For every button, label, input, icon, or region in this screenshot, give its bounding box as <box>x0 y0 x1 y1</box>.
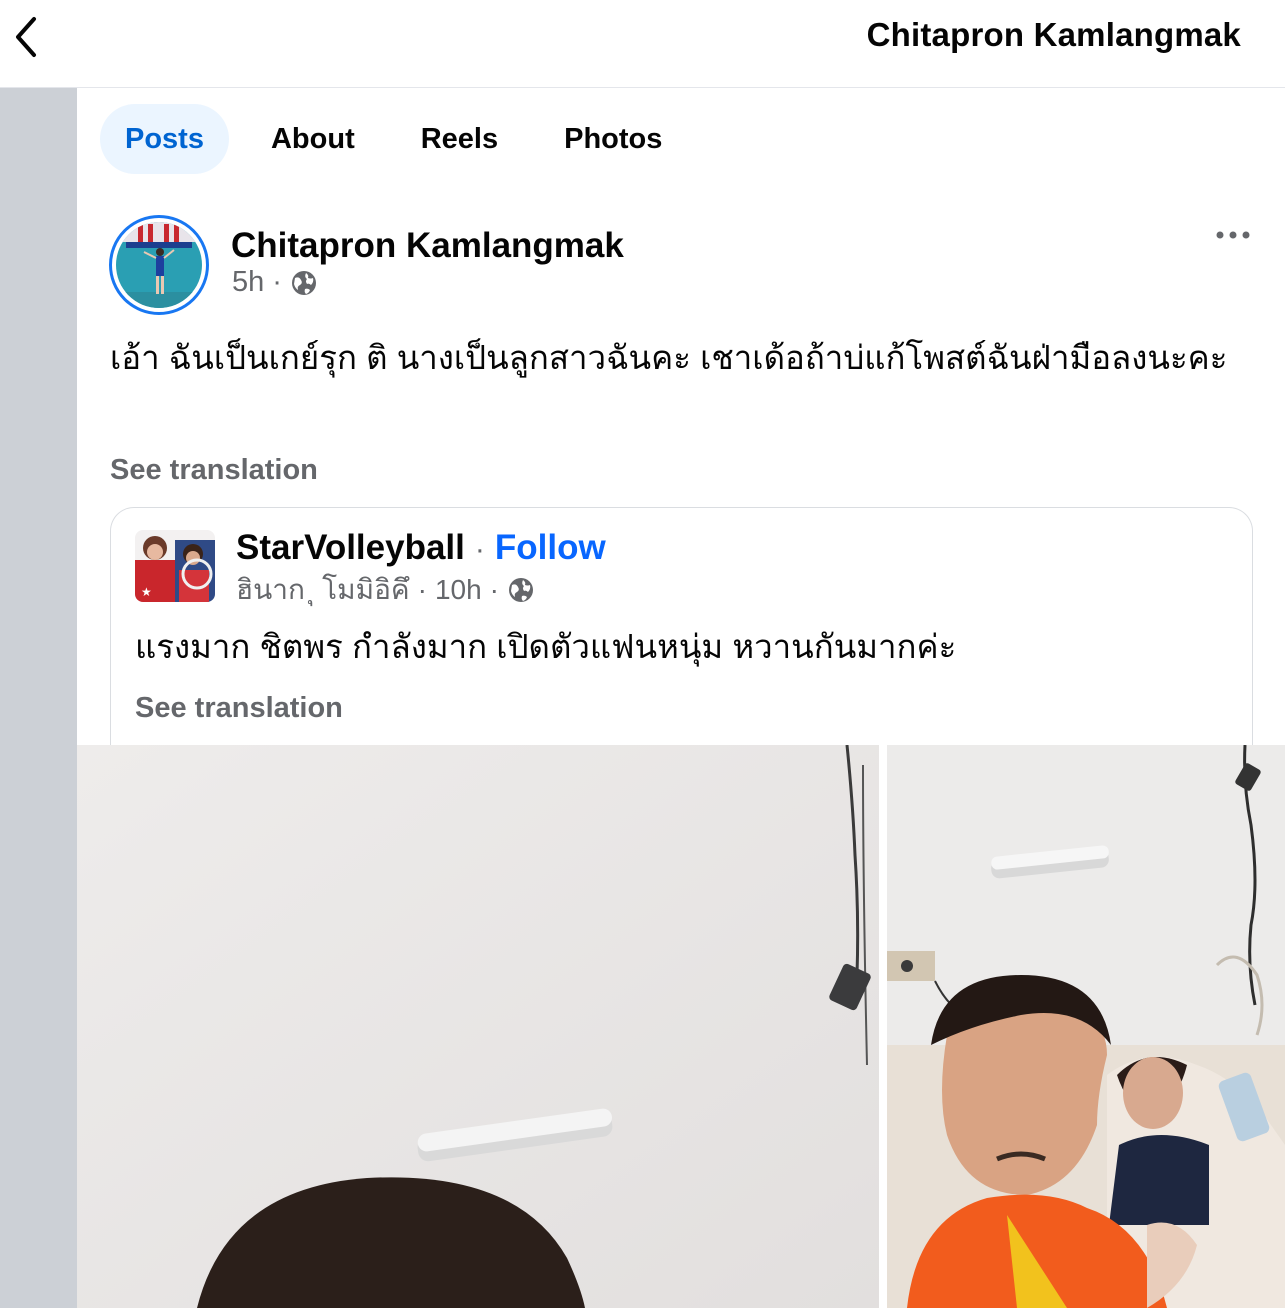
avatar-image <box>116 222 202 308</box>
tab-about[interactable]: About <box>271 104 355 174</box>
tab-photos[interactable]: Photos <box>564 104 662 174</box>
post-meta: 5h · <box>232 266 318 299</box>
post-time: 5h <box>232 266 265 298</box>
shared-post-card[interactable]: ★ StarVolleyball · Follow ฮินาก ุ โมมิอิ… <box>110 507 1253 767</box>
shared-author[interactable]: ฮินาก ุ โมมิอิคึ <box>236 568 410 612</box>
globe-icon <box>291 270 316 295</box>
back-button[interactable] <box>6 12 46 62</box>
shared-see-translation-link[interactable]: See translation <box>135 692 343 725</box>
photo-divider <box>879 745 887 1308</box>
follow-button[interactable]: Follow <box>495 528 606 568</box>
post-author-name[interactable]: Chitapron Kamlangmak <box>231 226 624 266</box>
chevron-left-icon <box>16 17 36 57</box>
shared-meta-separator-2: · <box>489 574 499 605</box>
svg-text:★: ★ <box>141 585 152 599</box>
shared-meta: ฮินาก ุ โมมิอิคึ · 10h · <box>236 568 535 612</box>
post-photo-1[interactable] <box>77 745 879 1308</box>
shared-avatar-image: ★ <box>135 530 215 602</box>
profile-tabs: Posts About Reels Photos <box>100 104 728 174</box>
tab-posts[interactable]: Posts <box>100 104 229 174</box>
more-options-button[interactable] <box>1210 220 1256 250</box>
tab-reels[interactable]: Reels <box>421 104 498 174</box>
shared-time: 10h <box>434 574 482 605</box>
top-bar: Chitapron Kamlangmak <box>0 0 1285 88</box>
author-avatar[interactable] <box>109 215 209 315</box>
more-options-icon <box>1216 231 1250 239</box>
left-gutter <box>0 88 77 1308</box>
shared-meta-separator-1: · <box>417 574 427 605</box>
photo-2-image <box>887 745 1285 1308</box>
post-text: เอ้า ฉันเป็นเกย์รุก ติ นางเป็นลูกสาวฉันค… <box>110 339 1228 376</box>
post-photo-2[interactable] <box>887 745 1285 1308</box>
meta-separator: · <box>272 266 282 298</box>
shared-page-name[interactable]: StarVolleyball <box>236 528 465 568</box>
page-title: Chitapron Kamlangmak <box>866 16 1241 53</box>
shared-page-avatar[interactable]: ★ <box>135 530 215 602</box>
shared-separator: · <box>474 533 485 566</box>
shared-post-text: แรงมาก ชิตพร กำลังมาก เปิดตัวแฟนหนุ่ม หว… <box>135 628 957 665</box>
shared-header-line: StarVolleyball · Follow <box>236 528 606 568</box>
photo-1-image <box>77 745 879 1308</box>
see-translation-link[interactable]: See translation <box>110 454 318 487</box>
globe-icon <box>509 578 533 602</box>
